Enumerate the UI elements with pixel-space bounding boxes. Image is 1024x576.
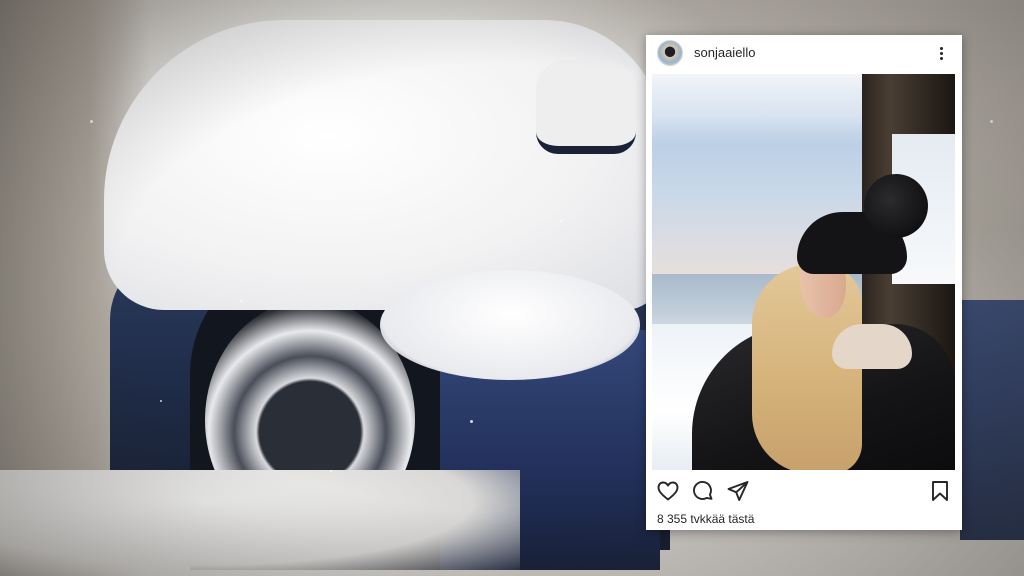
snowflake xyxy=(560,220,562,222)
bookmark-icon[interactable] xyxy=(928,479,952,503)
send-icon[interactable] xyxy=(726,479,750,503)
dot xyxy=(939,56,943,60)
post-actions-bar xyxy=(646,477,962,505)
ground-snow xyxy=(0,470,520,576)
dot xyxy=(939,46,943,50)
car-mirror xyxy=(536,60,636,154)
instagram-post-card: sonjaaiello 8 355 tvkkää tästä xyxy=(646,35,962,530)
person-collar xyxy=(832,324,912,369)
dot xyxy=(939,51,943,55)
post-header: sonjaaiello xyxy=(646,35,962,71)
comment-icon[interactable] xyxy=(691,479,715,503)
car-rear xyxy=(960,300,1024,540)
heart-icon[interactable] xyxy=(656,479,680,503)
post-username[interactable]: sonjaaiello xyxy=(694,45,755,60)
post-photo[interactable] xyxy=(652,74,955,470)
snowflake xyxy=(160,400,162,402)
beanie-pompom xyxy=(864,174,928,238)
likes-count[interactable]: 8 355 tvkkää tästä xyxy=(657,512,754,526)
more-options-icon[interactable] xyxy=(934,42,948,64)
snowflake xyxy=(240,300,242,302)
avatar[interactable] xyxy=(657,40,683,66)
snow-on-fender xyxy=(380,270,640,380)
snowflake xyxy=(90,120,93,123)
snowflake xyxy=(330,470,332,472)
snowflake xyxy=(990,120,993,123)
snowflake xyxy=(470,420,473,423)
